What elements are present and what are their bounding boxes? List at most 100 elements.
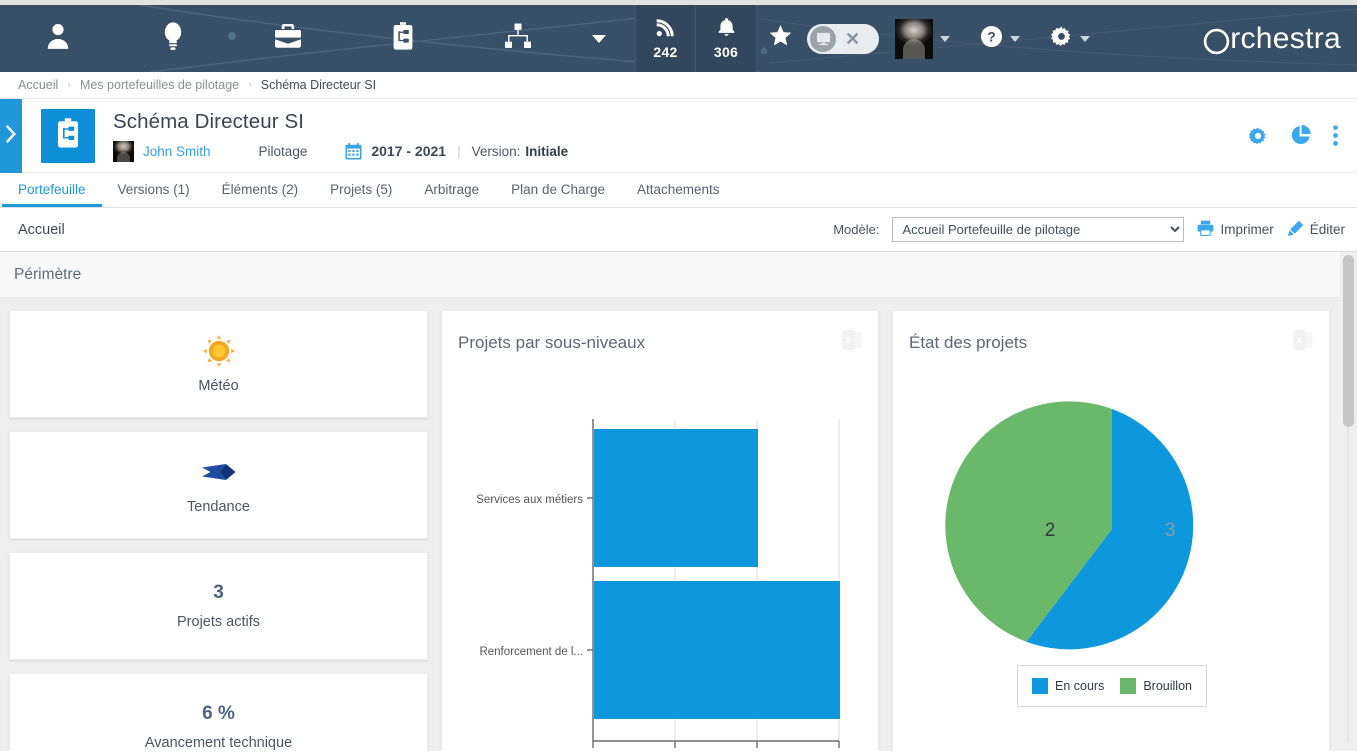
kpi-card-meteo[interactable]: Météo: [9, 310, 428, 418]
breadcrumb-item-home[interactable]: Accueil: [18, 78, 58, 92]
scrollbar-thumb[interactable]: [1343, 255, 1354, 427]
date-range: 2017 - 2021: [371, 143, 446, 159]
pie-label-en-cours: 3: [1165, 520, 1176, 541]
kpi-value: 3: [213, 582, 224, 604]
pie-chart-icon[interactable]: [1290, 125, 1311, 146]
nav-item-org-chart[interactable]: [460, 5, 575, 72]
feed-count: 242: [653, 44, 677, 60]
pie-legend: En cours Brouillon: [1017, 665, 1207, 707]
model-label: Modèle:: [833, 222, 879, 237]
nav-item-ideas[interactable]: [115, 5, 230, 72]
content-scrollbar[interactable]: [1343, 252, 1354, 751]
header-spacer: [623, 5, 635, 72]
panel-title: Projets par sous-niveaux: [458, 333, 645, 353]
bar-services-aux-metiers: [594, 429, 758, 567]
tab-elements[interactable]: Éléments (2): [206, 173, 315, 207]
nav-item-briefcase[interactable]: [230, 5, 345, 72]
pie-chart[interactable]: 3 2: [893, 356, 1331, 696]
legend-label: Brouillon: [1143, 679, 1192, 693]
settings-menu[interactable]: [1050, 25, 1090, 53]
chevron-down-icon: [592, 35, 606, 43]
help-menu[interactable]: ?: [980, 25, 1020, 53]
toolbar-right: Modèle: Accueil Portefeuille de pilotage…: [833, 217, 1345, 242]
logo-mark-icon: [1203, 24, 1230, 54]
bar-category-label-1: Renforcement de l...: [479, 646, 583, 658]
alerts-button[interactable]: 306: [696, 5, 757, 72]
tab-plan-de-charge[interactable]: Plan de Charge: [495, 173, 621, 207]
tab-bar: Portefeuille Versions (1) Éléments (2) P…: [0, 173, 1357, 208]
svg-text:X: X: [845, 335, 851, 345]
legend-swatch-blue: [1032, 678, 1048, 694]
settings-icon[interactable]: [1248, 126, 1268, 146]
bar-chart[interactable]: Services aux métiers Renforcement de l..…: [442, 356, 880, 751]
excel-export-icon[interactable]: X: [842, 329, 862, 356]
pie-label-brouillon: 2: [1045, 520, 1056, 541]
section-title: Périmètre: [14, 266, 81, 284]
gear-icon: [1050, 25, 1073, 53]
page-title: Schéma Directeur SI: [113, 110, 568, 134]
favorites-button[interactable]: [757, 5, 803, 72]
app-logo-text: rchestra: [1230, 22, 1341, 56]
portfolio-type: Pilotage: [259, 144, 308, 159]
bell-icon: [717, 17, 736, 42]
print-button[interactable]: Imprimer: [1197, 220, 1273, 239]
alerts-count: 306: [714, 44, 738, 60]
svg-text:?: ?: [987, 28, 995, 44]
help-circle-icon: ?: [980, 25, 1003, 53]
tab-portefeuille[interactable]: Portefeuille: [2, 173, 102, 207]
nav-item-person[interactable]: [0, 5, 115, 72]
tab-arbitrage[interactable]: Arbitrage: [408, 173, 495, 207]
kebab-menu-icon[interactable]: [1333, 125, 1338, 146]
person-icon: [45, 22, 71, 55]
screen-edit-icon: [810, 26, 836, 52]
header-right-controls: ✕ ?: [757, 5, 1203, 72]
page-header: Schéma Directeur SI John Smith Pilotage …: [0, 99, 1357, 173]
sidebar-expand-button[interactable]: [0, 99, 22, 173]
svg-text:X: X: [1296, 335, 1302, 345]
kpi-card-projets-actifs[interactable]: 3 Projets actifs: [9, 552, 428, 660]
breadcrumb-item-portfolios[interactable]: Mes portefeuilles de pilotage: [80, 78, 239, 92]
breadcrumb-item-current: Schéma Directeur SI: [261, 78, 376, 92]
star-icon: [769, 25, 792, 52]
chevron-down-icon: [1010, 36, 1020, 42]
legend-swatch-green: [1120, 678, 1136, 694]
owner-avatar: [113, 141, 134, 162]
feed-button[interactable]: 242: [635, 5, 696, 72]
chevron-down-icon: [1080, 36, 1090, 42]
pencil-icon: [1287, 220, 1304, 240]
arrow-right-icon: [202, 455, 236, 489]
briefcase-icon: [274, 23, 302, 54]
edit-mode-toggle[interactable]: ✕: [807, 24, 879, 54]
org-chart-icon: [504, 23, 532, 54]
excel-export-icon[interactable]: X: [1293, 329, 1313, 356]
panel-etat-des-projets: État des projets X 3 2 En cours: [892, 310, 1330, 751]
legend-item-brouillon[interactable]: Brouillon: [1120, 678, 1192, 694]
calendar-icon: [345, 143, 362, 160]
tab-attachements[interactable]: Attachements: [621, 173, 736, 207]
edit-button[interactable]: Éditer: [1287, 220, 1345, 240]
bar-renforcement: [594, 581, 840, 719]
portfolio-icon: [391, 21, 415, 56]
version-label: Version:: [472, 144, 521, 159]
kpi-card-tendance[interactable]: Tendance: [9, 431, 428, 539]
tab-versions[interactable]: Versions (1): [102, 173, 206, 207]
page-title-block: Schéma Directeur SI John Smith Pilotage …: [113, 110, 568, 162]
entity-icon: [41, 109, 95, 163]
printer-icon: [1197, 220, 1214, 239]
owner-name[interactable]: John Smith: [143, 144, 211, 159]
nav-more-button[interactable]: [575, 5, 623, 72]
nav-item-portfolio[interactable]: [345, 5, 460, 72]
kpi-column: Météo Tendance 3 Projets actifs 6 % Avan…: [9, 310, 428, 751]
legend-item-en-cours[interactable]: En cours: [1032, 678, 1104, 694]
model-select[interactable]: Accueil Portefeuille de pilotage: [892, 217, 1184, 242]
kpi-card-avancement[interactable]: 6 % Avancement technique: [9, 673, 428, 751]
kpi-label: Projets actifs: [177, 614, 260, 630]
edit-label: Éditer: [1310, 222, 1345, 237]
close-icon[interactable]: ✕: [845, 30, 860, 48]
tab-projets[interactable]: Projets (5): [314, 173, 408, 207]
chevron-right-icon: ›: [248, 79, 252, 91]
sun-icon: [203, 334, 235, 368]
kpi-value: 6 %: [202, 703, 235, 725]
content-area: Périmètre Mété: [0, 252, 1357, 751]
user-menu[interactable]: [895, 19, 950, 59]
